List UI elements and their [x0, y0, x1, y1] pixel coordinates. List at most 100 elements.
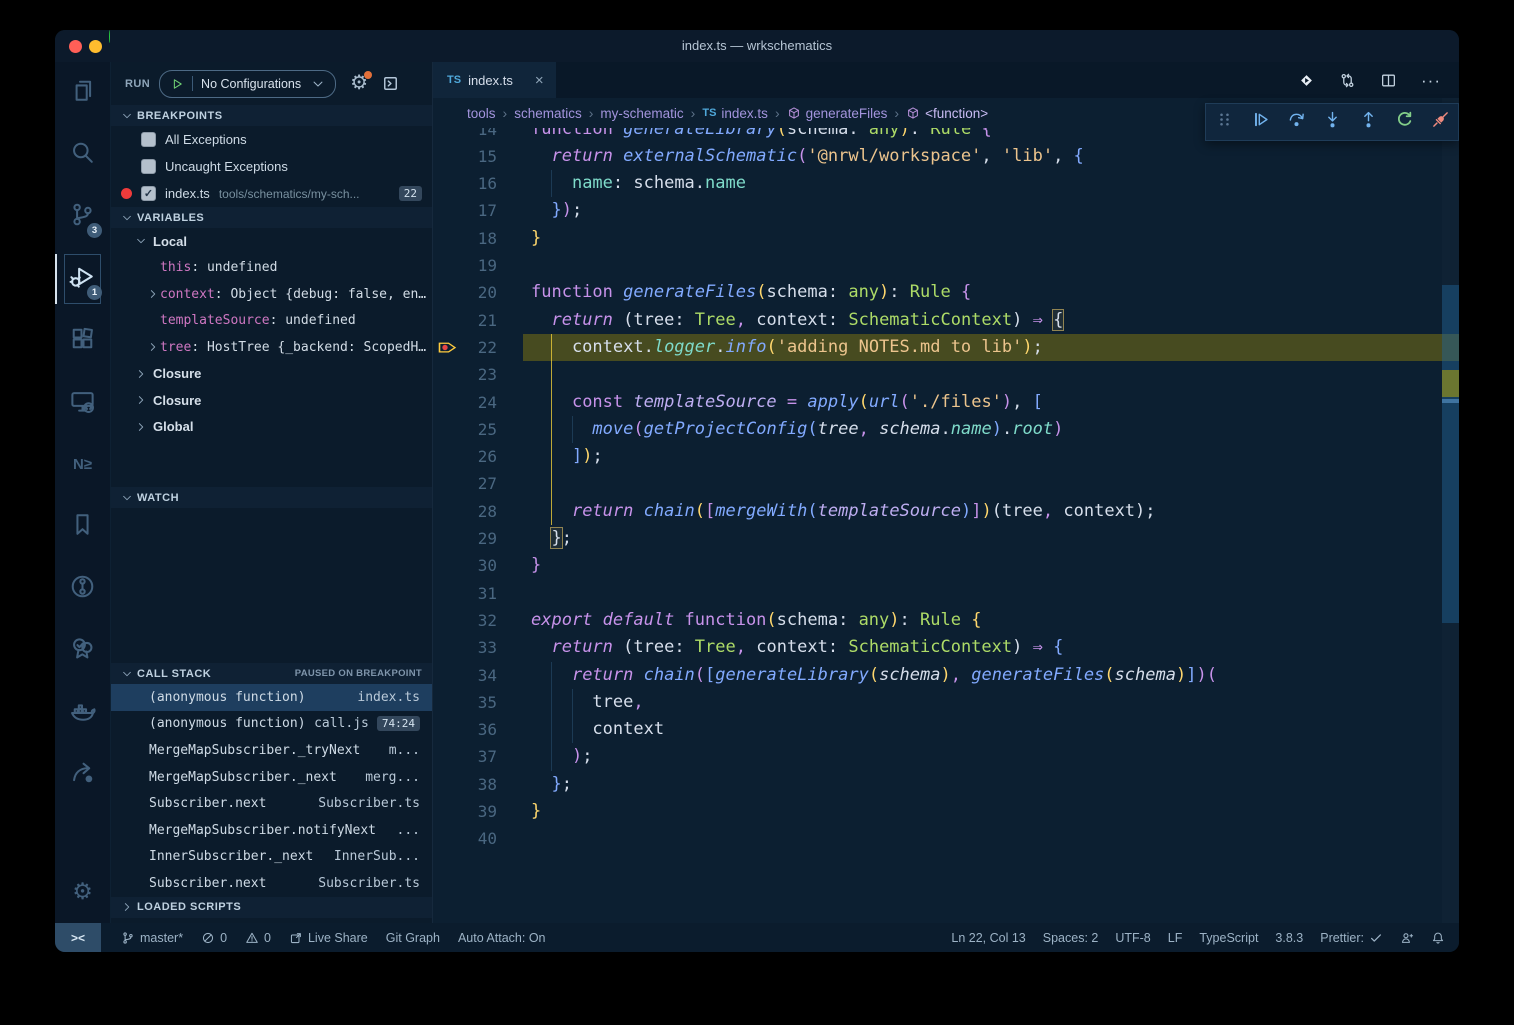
code-line-35[interactable]: 35 tree,	[433, 689, 1459, 716]
code-line-37[interactable]: 37 );	[433, 743, 1459, 770]
activity-item-gitlens[interactable]	[55, 558, 110, 620]
status-git-branch[interactable]: master*	[121, 931, 183, 945]
status-eol[interactable]: LF	[1168, 931, 1183, 945]
code-line-38[interactable]: 38 };	[433, 771, 1459, 798]
line-number[interactable]: 21	[461, 307, 497, 334]
line-number[interactable]: 15	[461, 143, 497, 170]
status-live-share[interactable]: Live Share	[289, 931, 368, 945]
gutter-breakpoint-cell[interactable]	[433, 716, 461, 743]
line-number[interactable]: 19	[461, 252, 497, 279]
minimize-window-button[interactable]	[89, 40, 102, 53]
scrollbar-thumb[interactable]	[1442, 285, 1459, 623]
call-stack-frame[interactable]: MergeMapSubscriber._nextmerg...	[111, 764, 432, 791]
variable-row[interactable]: this: undefined	[111, 255, 432, 282]
tab-index-ts[interactable]: TS index.ts ×	[433, 62, 556, 98]
step-into-button[interactable]	[1318, 107, 1346, 137]
status-warnings[interactable]: 0	[245, 931, 271, 945]
activity-item-search[interactable]	[55, 124, 110, 186]
status-language-mode[interactable]: TypeScript	[1199, 931, 1258, 945]
code-line-32[interactable]: 32export default function(schema: any): …	[433, 607, 1459, 634]
open-changes-icon[interactable]	[1339, 72, 1356, 89]
line-number[interactable]: 32	[461, 607, 497, 634]
line-number[interactable]: 39	[461, 798, 497, 825]
gutter-breakpoint-cell[interactable]	[433, 825, 461, 852]
gutter-breakpoint-cell[interactable]	[433, 225, 461, 252]
call-stack-frame[interactable]: (anonymous function)call.js74:24	[111, 711, 432, 738]
zoom-window-button[interactable]	[109, 30, 110, 43]
gutter-breakpoint-cell[interactable]	[433, 552, 461, 579]
status-feedback[interactable]	[1400, 931, 1414, 945]
code-line-33[interactable]: 33 return (tree: Tree, context: Schemati…	[433, 634, 1459, 661]
breadcrumb-item[interactable]: tools	[467, 106, 496, 121]
status-notifications[interactable]	[1431, 931, 1445, 945]
activity-item-docker[interactable]	[55, 682, 110, 744]
split-editor-icon[interactable]	[1380, 72, 1397, 89]
settings-gear-button[interactable]: ⚙	[55, 865, 110, 917]
line-number[interactable]: 35	[461, 689, 497, 716]
line-number[interactable]: 33	[461, 634, 497, 661]
gutter-breakpoint-cell[interactable]	[433, 634, 461, 661]
code-line-31[interactable]: 31	[433, 580, 1459, 607]
code-line-36[interactable]: 36 context	[433, 716, 1459, 743]
code-line-17[interactable]: 17 });	[433, 197, 1459, 224]
line-number[interactable]: 40	[461, 825, 497, 852]
line-number[interactable]: 18	[461, 225, 497, 252]
gutter-breakpoint-cell[interactable]	[433, 743, 461, 770]
gutter-breakpoint-cell[interactable]	[433, 525, 461, 552]
line-number[interactable]: 16	[461, 170, 497, 197]
variable-row[interactable]: context: Object {debug: false, en…	[111, 281, 432, 308]
line-number[interactable]: 37	[461, 743, 497, 770]
line-number[interactable]: 24	[461, 389, 497, 416]
gutter-breakpoint-cell[interactable]	[433, 416, 461, 443]
activity-item-source-control[interactable]: 3	[55, 186, 110, 248]
gutter-breakpoint-cell[interactable]	[433, 279, 461, 306]
call-stack-frame[interactable]: (anonymous function)index.ts	[111, 684, 432, 711]
loaded-scripts-header[interactable]: LOADED SCRIPTS	[111, 897, 432, 918]
code-line-23[interactable]: 23	[433, 361, 1459, 388]
breakpoint-checkbox[interactable]	[141, 159, 156, 174]
activity-item-remote-explorer[interactable]	[55, 372, 110, 434]
line-number[interactable]: 38	[461, 771, 497, 798]
gutter-breakpoint-cell[interactable]	[433, 443, 461, 470]
status-indentation[interactable]: Spaces: 2	[1043, 931, 1099, 945]
breadcrumb-item[interactable]: schematics	[514, 106, 582, 121]
drag-handle[interactable]	[1210, 107, 1238, 137]
breakpoint-row[interactable]: index.tstools/schematics/my-sch...22	[111, 180, 432, 207]
gutter-breakpoint-cell[interactable]	[433, 143, 461, 170]
status-prettier[interactable]: Prettier:	[1320, 931, 1383, 945]
status-encoding[interactable]: UTF-8	[1115, 931, 1150, 945]
activity-item-testing[interactable]	[55, 620, 110, 682]
watch-header[interactable]: WATCH	[111, 487, 432, 508]
line-number[interactable]: 27	[461, 470, 497, 497]
variable-scope-local[interactable]: Local	[111, 228, 432, 255]
code-line-16[interactable]: 16 name: schema.name	[433, 170, 1459, 197]
breakpoint-checkbox[interactable]	[141, 132, 156, 147]
activity-item-bookmarks[interactable]	[55, 496, 110, 558]
call-stack-header[interactable]: CALL STACK PAUSED ON BREAKPOINT	[111, 663, 432, 684]
remote-indicator[interactable]: ><	[55, 923, 101, 952]
step-out-button[interactable]	[1354, 107, 1382, 137]
status-errors[interactable]: 0	[201, 931, 227, 945]
line-number[interactable]: 22	[461, 334, 497, 361]
code-line-24[interactable]: 24 const templateSource = apply(url('./f…	[433, 389, 1459, 416]
gutter-breakpoint-cell[interactable]	[433, 689, 461, 716]
more-actions-icon[interactable]: ···	[1421, 72, 1441, 89]
code-line-30[interactable]: 30}	[433, 552, 1459, 579]
variable-row[interactable]: tree: HostTree {_backend: ScopedH…	[111, 334, 432, 361]
gutter-breakpoint-cell[interactable]	[433, 389, 461, 416]
gutter-breakpoint-cell[interactable]	[433, 307, 461, 334]
breadcrumb-item[interactable]: TSindex.ts	[702, 106, 768, 121]
code-line-19[interactable]: 19	[433, 252, 1459, 279]
step-over-button[interactable]	[1282, 107, 1310, 137]
breadcrumb-item[interactable]: generateFiles	[787, 106, 888, 121]
launch-configuration-dropdown[interactable]: No Configurations	[159, 70, 336, 98]
activity-item-nx-console[interactable]: N≥	[55, 434, 110, 496]
breakpoint-checkbox[interactable]	[141, 186, 156, 201]
status-auto-attach[interactable]: Auto Attach: On	[458, 931, 546, 945]
code-line-26[interactable]: 26 ]);	[433, 443, 1459, 470]
code-line-40[interactable]: 40	[433, 825, 1459, 852]
status-git-graph[interactable]: Git Graph	[386, 931, 440, 945]
gutter-breakpoint-cell[interactable]	[433, 361, 461, 388]
code-line-18[interactable]: 18}	[433, 225, 1459, 252]
code-line-27[interactable]: 27	[433, 470, 1459, 497]
